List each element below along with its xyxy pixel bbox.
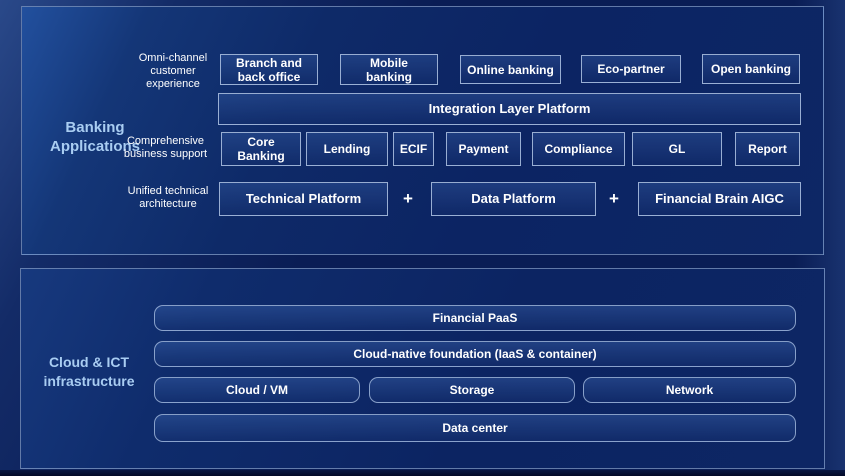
box-core-banking: Core Banking: [221, 132, 301, 166]
plus-separator: +: [397, 182, 419, 216]
box-ecif: ECIF: [393, 132, 434, 166]
box-cloud-native-foundation: Cloud-native foundation (IaaS & containe…: [154, 341, 796, 367]
row-label-business-support: Comprehensive business support: [108, 135, 223, 161]
box-report: Report: [735, 132, 800, 166]
architecture-diagram: Banking Applications Omni-channel custom…: [0, 0, 845, 476]
bottom-edge-shadow: [0, 470, 845, 476]
box-gl: GL: [632, 132, 722, 166]
box-mobile-banking: Mobile banking: [340, 54, 438, 85]
box-financial-paas: Financial PaaS: [154, 305, 796, 331]
box-compliance: Compliance: [532, 132, 625, 166]
box-cloud-vm: Cloud / VM: [154, 377, 360, 403]
box-technical-platform: Technical Platform: [219, 182, 388, 216]
box-integration-layer-platform: Integration Layer Platform: [218, 93, 801, 125]
box-storage: Storage: [369, 377, 575, 403]
row-label-omni-channel: Omni-channel customer experience: [123, 52, 223, 91]
box-data-center: Data center: [154, 414, 796, 442]
box-data-platform: Data Platform: [431, 182, 596, 216]
banking-applications-panel: Banking Applications Omni-channel custom…: [21, 6, 824, 255]
cloud-ict-label: Cloud & ICT infrastructure: [29, 353, 149, 391]
box-financial-brain-aigc: Financial Brain AIGC: [638, 182, 801, 216]
box-branch-and-back-office: Branch and back office: [220, 54, 318, 85]
cloud-ict-panel: Cloud & ICT infrastructure Financial Paa…: [20, 268, 825, 469]
row-label-technical-architecture: Unified technical architecture: [118, 185, 218, 211]
box-lending: Lending: [306, 132, 388, 166]
box-payment: Payment: [446, 132, 521, 166]
box-eco-partner: Eco-partner: [581, 55, 681, 83]
plus-separator: +: [603, 182, 625, 216]
box-open-banking: Open banking: [702, 54, 800, 84]
box-network: Network: [583, 377, 796, 403]
box-online-banking: Online banking: [460, 55, 561, 84]
